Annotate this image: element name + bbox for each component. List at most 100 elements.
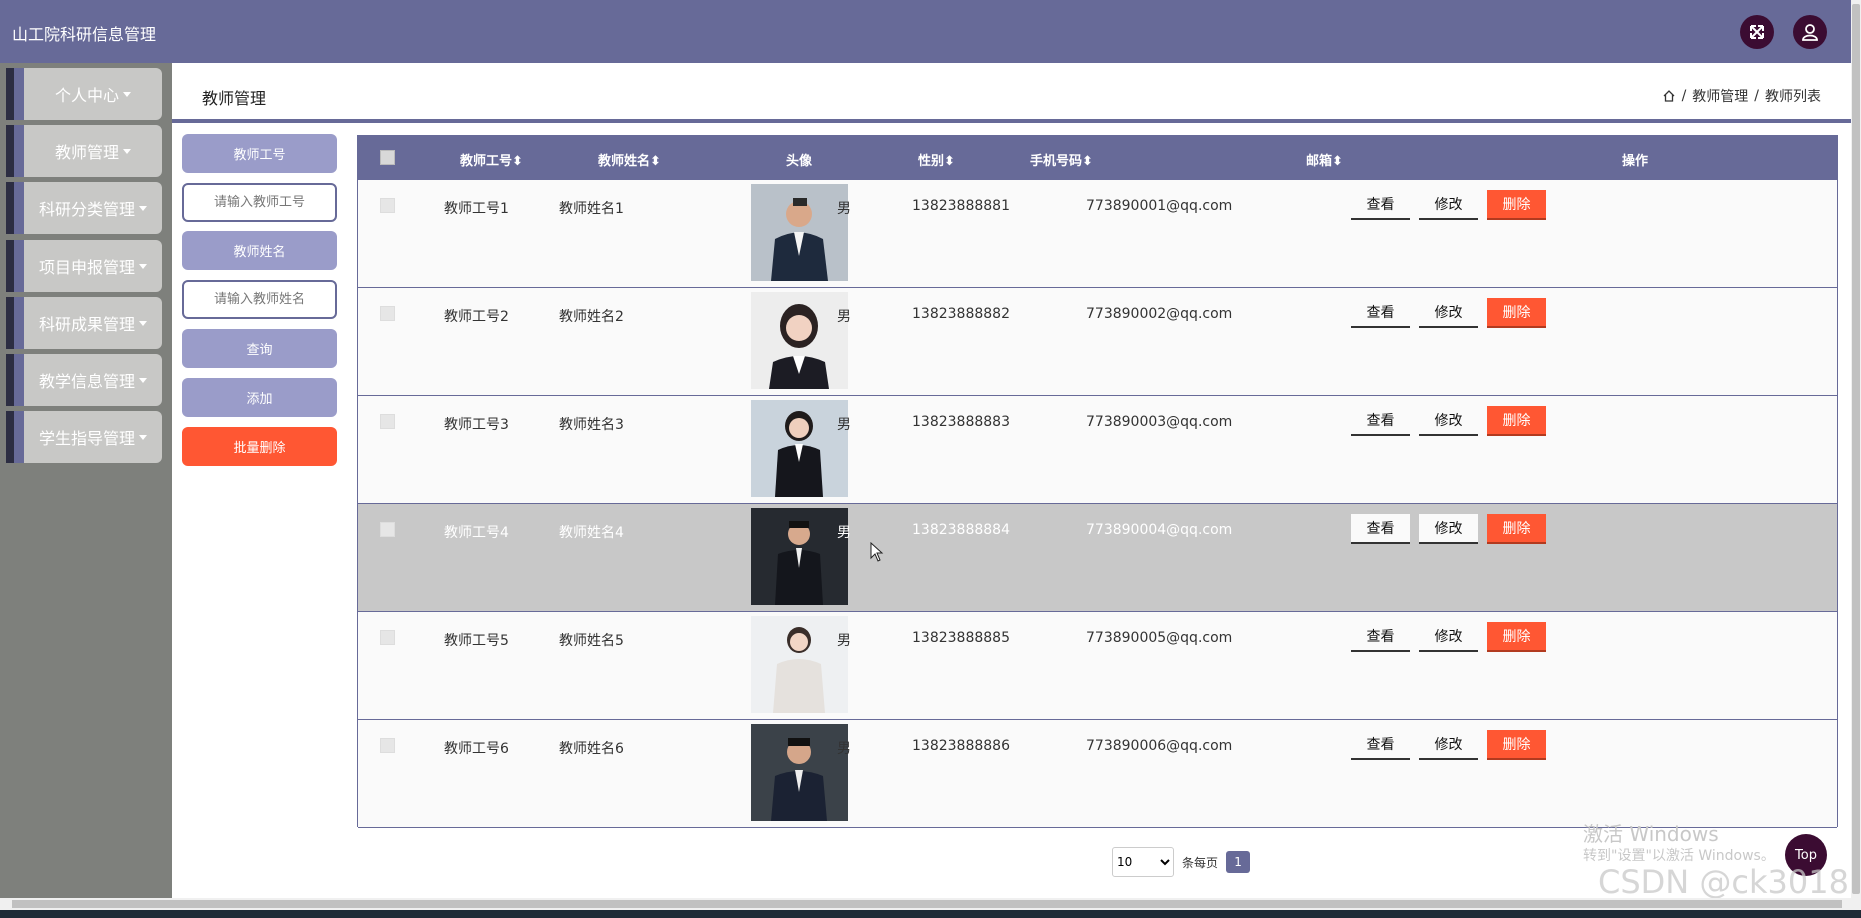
row-checkbox[interactable] xyxy=(380,630,395,645)
cell-phone: 13823888881 xyxy=(912,198,1010,214)
caret-down-icon xyxy=(123,91,131,97)
cell-phone: 13823888885 xyxy=(912,630,1010,646)
table-row: 教师工号2 教师姓名2 男 13823888882 773890002@qq.c… xyxy=(358,288,1837,396)
teacher-avatar-image xyxy=(751,400,848,497)
caret-down-icon xyxy=(139,205,147,211)
sidebar-item-personal-center[interactable]: 个人中心 xyxy=(6,68,162,120)
table-row: 教师工号1 教师姓名1 男 13823888881 773890001@qq.c… xyxy=(358,180,1837,288)
column-header-id[interactable]: 教师工号⬍ xyxy=(460,150,523,169)
cell-teacher-id: 教师工号1 xyxy=(444,201,509,217)
delete-button[interactable]: 删除 xyxy=(1487,190,1546,220)
teacher-id-input[interactable] xyxy=(184,185,335,220)
taskbar xyxy=(0,910,1861,918)
view-button[interactable]: 查看 xyxy=(1351,622,1410,652)
sidebar-item-research-category[interactable]: 科研分类管理 xyxy=(6,182,162,234)
vertical-scrollbar-thumb[interactable] xyxy=(1852,4,1860,894)
view-button[interactable]: 查看 xyxy=(1351,730,1410,760)
select-all-checkbox[interactable] xyxy=(380,150,395,165)
teacher-avatar-image xyxy=(751,184,848,281)
query-button[interactable]: 查询 xyxy=(182,329,337,368)
teacher-name-field[interactable] xyxy=(182,280,337,319)
view-button[interactable]: 查看 xyxy=(1351,406,1410,436)
cell-phone: 13823888884 xyxy=(912,522,1010,538)
page-size-select[interactable]: 10 xyxy=(1112,847,1174,877)
sort-icon: ⬍ xyxy=(512,154,523,169)
cell-gender: 男 xyxy=(837,741,851,757)
sidebar-item-project-application[interactable]: 项目申报管理 xyxy=(6,240,162,292)
teacher-name-input[interactable] xyxy=(184,282,335,317)
teacher-id-field[interactable] xyxy=(182,183,337,222)
sidebar-item-label: 学生指导管理 xyxy=(38,429,135,448)
sort-icon: ⬍ xyxy=(944,154,955,169)
fullscreen-button[interactable] xyxy=(1740,15,1774,49)
sidebar-item-research-results[interactable]: 科研成果管理 xyxy=(6,297,162,349)
user-button[interactable] xyxy=(1793,15,1827,49)
batch-delete-button[interactable]: 批量删除 xyxy=(182,427,337,466)
page-number-current[interactable]: 1 xyxy=(1226,851,1251,873)
table-row: 教师工号6 教师姓名6 男 13823888886 773890006@qq.c… xyxy=(358,720,1837,828)
windows-activation-hint: 转到"设置"以激活 Windows。 xyxy=(1583,848,1775,864)
breadcrumb-item[interactable]: 教师管理 xyxy=(1692,86,1748,106)
teacher-name-label: 教师姓名 xyxy=(182,231,337,270)
sidebar-item-label: 科研成果管理 xyxy=(38,315,135,334)
add-button[interactable]: 添加 xyxy=(182,378,337,417)
sidebar-item-student-guidance[interactable]: 学生指导管理 xyxy=(6,411,162,463)
horizontal-scrollbar-thumb[interactable] xyxy=(12,900,1842,908)
column-header-phone[interactable]: 手机号码⬍ xyxy=(1030,150,1093,169)
view-button[interactable]: 查看 xyxy=(1351,190,1410,220)
row-checkbox[interactable] xyxy=(380,414,395,429)
sidebar-item-label: 教学信息管理 xyxy=(38,372,135,391)
delete-button[interactable]: 删除 xyxy=(1487,514,1546,544)
table-row: 教师工号5 教师姓名5 男 13823888885 773890005@qq.c… xyxy=(358,612,1837,720)
delete-button[interactable]: 删除 xyxy=(1487,730,1546,760)
cell-gender: 男 xyxy=(837,633,851,649)
delete-button[interactable]: 删除 xyxy=(1487,298,1546,328)
cell-email: 773890005@qq.com xyxy=(1086,630,1233,646)
edit-button[interactable]: 修改 xyxy=(1419,190,1478,220)
sort-icon: ⬍ xyxy=(1082,154,1093,169)
row-checkbox[interactable] xyxy=(380,738,395,753)
cell-teacher-id: 教师工号3 xyxy=(444,417,509,433)
cell-email: 773890004@qq.com xyxy=(1086,522,1233,538)
caret-down-icon xyxy=(139,320,147,326)
column-header-gender[interactable]: 性别⬍ xyxy=(918,150,955,169)
column-header-name[interactable]: 教师姓名⬍ xyxy=(598,150,661,169)
row-checkbox[interactable] xyxy=(380,306,395,321)
column-header-email[interactable]: 邮箱⬍ xyxy=(1306,150,1343,169)
cell-phone: 13823888883 xyxy=(912,414,1010,430)
cell-teacher-name: 教师姓名1 xyxy=(559,201,624,217)
cell-teacher-name: 教师姓名6 xyxy=(559,741,624,757)
cell-teacher-name: 教师姓名2 xyxy=(559,309,624,325)
cell-teacher-id: 教师工号4 xyxy=(444,525,509,541)
caret-down-icon xyxy=(139,377,147,383)
sidebar-item-teaching-info[interactable]: 教学信息管理 xyxy=(6,354,162,406)
user-icon xyxy=(1802,24,1818,41)
delete-button[interactable]: 删除 xyxy=(1487,622,1546,652)
sidebar-item-teacher-management[interactable]: 教师管理 xyxy=(6,125,162,177)
sort-icon: ⬍ xyxy=(650,154,661,169)
edit-button[interactable]: 修改 xyxy=(1419,514,1478,544)
edit-button[interactable]: 修改 xyxy=(1419,730,1478,760)
view-button[interactable]: 查看 xyxy=(1351,514,1410,544)
expand-arrows-icon xyxy=(1750,25,1764,39)
edit-button[interactable]: 修改 xyxy=(1419,298,1478,328)
cell-gender: 男 xyxy=(837,201,851,217)
cell-teacher-name: 教师姓名4 xyxy=(559,525,624,541)
breadcrumb: / 教师管理 / 教师列表 xyxy=(1662,86,1821,106)
teacher-avatar-image xyxy=(751,724,848,821)
breadcrumb-bar: 教师管理 / 教师管理 / 教师列表 xyxy=(172,63,1851,123)
edit-button[interactable]: 修改 xyxy=(1419,406,1478,436)
table-row: 教师工号4 教师姓名4 男 13823888884 773890004@qq.c… xyxy=(358,504,1837,612)
row-checkbox[interactable] xyxy=(380,522,395,537)
row-checkbox[interactable] xyxy=(380,198,395,213)
delete-button[interactable]: 删除 xyxy=(1487,406,1546,436)
caret-down-icon xyxy=(139,434,147,440)
cell-phone: 13823888882 xyxy=(912,306,1010,322)
top-header: 山工院科研信息管理 xyxy=(0,0,1851,63)
teacher-avatar-image xyxy=(751,508,848,605)
edit-button[interactable]: 修改 xyxy=(1419,622,1478,652)
breadcrumb-separator: / xyxy=(1754,88,1759,104)
view-button[interactable]: 查看 xyxy=(1351,298,1410,328)
home-icon[interactable] xyxy=(1662,89,1676,103)
column-header-actions: 操作 xyxy=(1622,154,1649,169)
